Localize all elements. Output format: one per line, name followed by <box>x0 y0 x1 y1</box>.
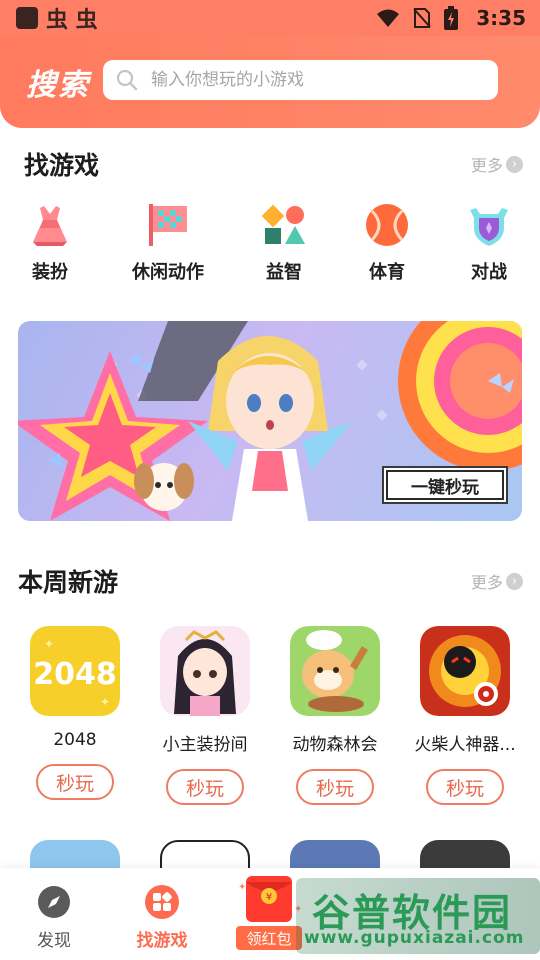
game-name: 小主装扮间 <box>162 735 248 755</box>
chevron-right-icon: › <box>506 155 524 173</box>
game-card[interactable]: 火柴人神器... 秒玩 <box>400 626 530 805</box>
game-icon-stickman[interactable] <box>420 626 510 716</box>
new-games-list: 2048 ✦ ✦ 2048 秒玩 小主装扮间 秒玩 动物森林会 秒玩 火柴人神器… <box>0 626 540 806</box>
ball-icon <box>366 204 408 246</box>
app-screen: 虫 虫 3:35 搜索 找游戏 <box>0 0 540 960</box>
category-label: 对战 <box>471 262 507 283</box>
app-notification-icon <box>16 7 38 29</box>
new-games-title: 本周新游 <box>18 568 119 597</box>
search-icon <box>116 69 138 91</box>
category-label: 体育 <box>369 262 405 283</box>
svg-text:✦: ✦ <box>100 695 110 709</box>
game-name: 动物森林会 <box>292 735 378 755</box>
play-button[interactable]: 秒玩 <box>36 764 114 800</box>
featured-banner[interactable]: 一键秒玩 <box>18 321 522 521</box>
play-button[interactable]: 秒玩 <box>166 769 244 805</box>
category-label: 装扮 <box>32 262 68 283</box>
nav-item-discover[interactable]: 发现 <box>14 884 94 951</box>
search-box[interactable] <box>103 60 498 100</box>
category-label: 益智 <box>266 262 302 283</box>
find-games-title: 找游戏 <box>24 151 100 180</box>
new-games-more-link[interactable]: 更多 › <box>471 569 524 593</box>
play-button[interactable]: 秒玩 <box>296 769 374 805</box>
clock: 3:35 <box>476 6 526 30</box>
play-button[interactable]: 秒玩 <box>426 769 504 805</box>
watermark-url: www.gupuxiazai.com <box>304 928 525 948</box>
puzzle-shapes-icon <box>261 204 305 244</box>
game-icon-2048[interactable]: 2048 ✦ ✦ <box>30 626 120 716</box>
nav-item-find-games[interactable]: 找游戏 <box>122 884 202 951</box>
svg-text:✦: ✦ <box>238 882 246 893</box>
game-card[interactable]: 2048 ✦ ✦ 2048 秒玩 <box>10 626 140 800</box>
watermark: 谷普软件园 www.gupuxiazai.com <box>296 878 540 954</box>
svg-text:¥: ¥ <box>266 892 272 903</box>
category-puzzle[interactable]: 益智 <box>234 198 334 288</box>
status-app-glyphs: 虫 虫 <box>46 8 98 33</box>
dress-up-icon <box>33 206 67 246</box>
category-sports[interactable]: 体育 <box>337 198 437 288</box>
checkered-flag-icon <box>149 204 187 246</box>
page-title: 搜索 <box>26 68 90 103</box>
grid-icon <box>145 885 179 919</box>
red-packet-label: 领红包 <box>236 926 302 950</box>
header: 搜索 <box>0 36 540 128</box>
game-card[interactable]: 小主装扮间 秒玩 <box>140 626 270 805</box>
nav-label: 发现 <box>37 931 71 951</box>
nav-label: 找游戏 <box>136 931 188 951</box>
more-label: 更多 <box>471 573 504 592</box>
category-dress-up[interactable]: 装扮 <box>0 198 100 288</box>
more-label: 更多 <box>471 156 504 175</box>
chevron-right-icon: › <box>506 572 524 590</box>
wifi-icon <box>377 9 400 27</box>
status-bar: 虫 虫 3:35 <box>0 0 540 36</box>
game-icon-dress-room[interactable] <box>160 626 250 716</box>
category-label: 休闲动作 <box>132 262 204 283</box>
category-battle[interactable]: 对战 <box>439 198 539 288</box>
game-icon-animal-forest[interactable] <box>290 626 380 716</box>
shield-icon <box>470 208 508 246</box>
game-icon-text: 2048 <box>33 657 117 692</box>
find-games-more-link[interactable]: 更多 › <box>471 152 524 176</box>
category-row: 装扮 休闲动作 益智 体育 对战 <box>0 198 540 288</box>
battery-icon <box>444 6 459 30</box>
red-envelope-icon: ¥ ✦ ✦ <box>238 876 302 922</box>
game-name: 2048 <box>53 730 97 750</box>
compass-icon <box>38 886 70 918</box>
game-name: 火柴人神器... <box>414 735 516 755</box>
no-sim-icon <box>413 8 431 28</box>
game-card[interactable]: 动物森林会 秒玩 <box>270 626 400 805</box>
search-input[interactable] <box>149 69 483 91</box>
quick-play-button[interactable]: 一键秒玩 <box>384 468 506 502</box>
category-casual-action[interactable]: 休闲动作 <box>118 198 218 288</box>
svg-text:✦: ✦ <box>44 637 54 651</box>
